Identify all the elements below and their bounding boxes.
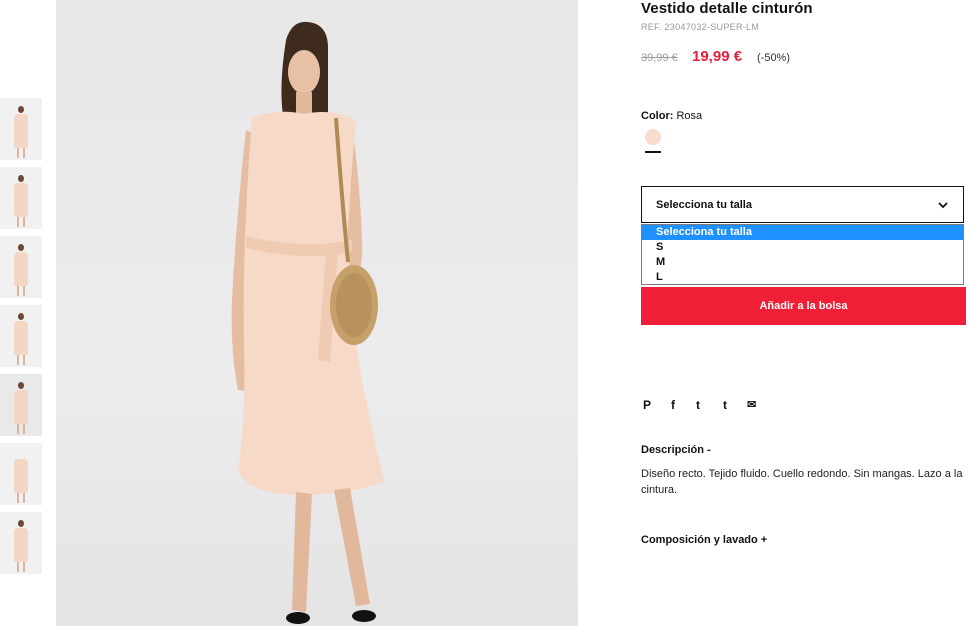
thumbnail-figure [13, 382, 29, 434]
facebook-icon[interactable]: f [671, 397, 675, 413]
original-price: 39,99 € [641, 52, 678, 64]
thumbnail-4[interactable] [0, 305, 42, 367]
thumbnail-figure [13, 244, 29, 296]
product-title: Vestido detalle cinturón [641, 0, 813, 17]
thumbnail-2[interactable] [0, 167, 42, 229]
thumbnail-list [0, 98, 42, 581]
chevron-down-icon [938, 202, 948, 209]
twitter-icon[interactable]: t [696, 397, 700, 413]
thumbnail-figure [13, 313, 29, 365]
size-option-placeholder[interactable]: Selecciona tu talla [642, 225, 963, 240]
add-to-bag-button[interactable]: Añadir a la bolsa [641, 287, 966, 325]
color-swatch-rosa[interactable] [645, 129, 661, 145]
size-option-s[interactable]: S [642, 240, 963, 255]
thumbnail-6[interactable] [0, 443, 42, 505]
tumblr-icon[interactable]: t [723, 397, 727, 413]
discount-badge: (-50%) [757, 52, 791, 64]
size-dropdown-list: Selecciona tu talla S M L [641, 224, 964, 285]
color-value: Rosa [676, 110, 703, 122]
main-product-image [56, 0, 578, 626]
size-option-m[interactable]: M [642, 255, 963, 270]
description-text: Diseño recto. Tejido fluido. Cuello redo… [641, 468, 963, 496]
size-select[interactable]: Selecciona tu talla [641, 186, 964, 223]
color-label: Color: Rosa [641, 110, 702, 122]
thumbnail-figure [13, 520, 29, 572]
thumbnail-3[interactable] [0, 236, 42, 298]
pinterest-icon[interactable]: P [643, 397, 651, 413]
selected-swatch-indicator [645, 151, 661, 153]
thumbnail-5[interactable] [0, 374, 42, 436]
thumbnail-figure [13, 451, 29, 503]
description-heading[interactable]: Descripción - [641, 444, 711, 456]
sale-price: 19,99 € [692, 48, 743, 65]
thumbnail-figure [13, 175, 29, 227]
composition-heading[interactable]: Composición y lavado + [641, 534, 767, 546]
product-reference: REF. 23047032-SUPER-LM [641, 22, 760, 32]
thumbnail-1[interactable] [0, 98, 42, 160]
thumbnail-7[interactable] [0, 512, 42, 574]
model-illustration [231, 21, 384, 624]
email-icon[interactable]: ✉ [747, 397, 756, 413]
thumbnail-figure [13, 106, 29, 158]
color-label-title: Color: [641, 110, 674, 122]
size-select-label: Selecciona tu talla [656, 199, 752, 211]
size-option-l[interactable]: L [642, 270, 963, 285]
